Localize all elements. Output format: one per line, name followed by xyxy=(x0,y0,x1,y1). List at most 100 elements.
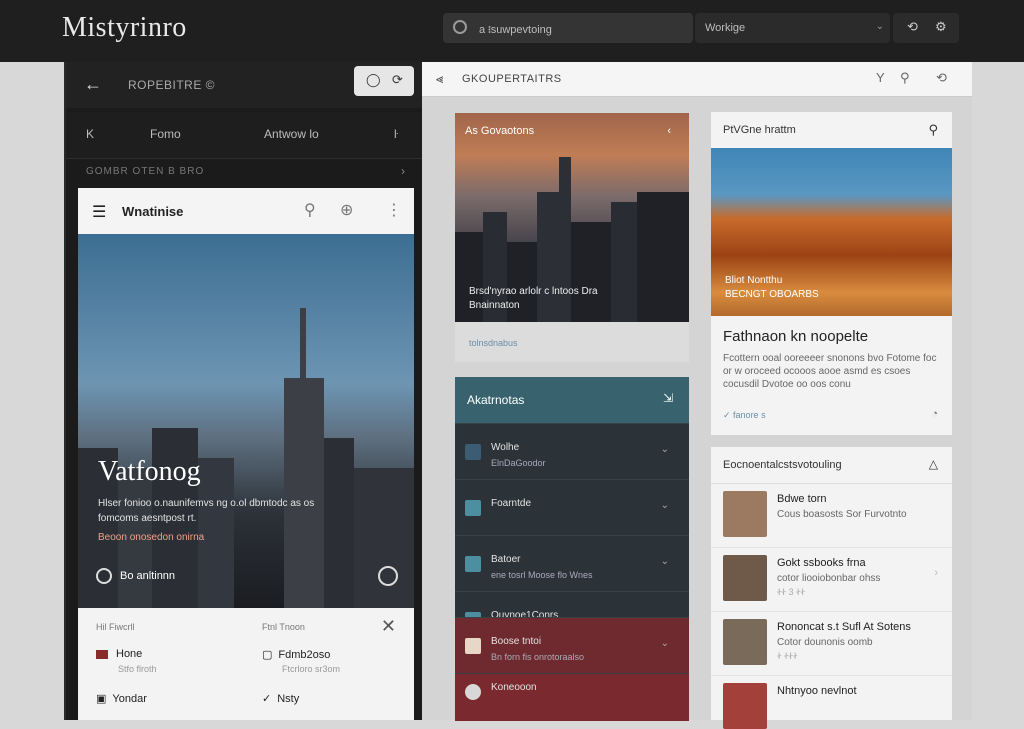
back-arrow-icon[interactable]: ← xyxy=(84,74,102,95)
alert-item-title: Koneooon xyxy=(491,682,537,693)
nav-item-3[interactable]: ŀ xyxy=(394,127,398,141)
alert-item[interactable]: Foarntde ⌄ xyxy=(455,479,689,536)
list-item-label: Fdmb2oso xyxy=(278,649,331,661)
alert-card: Akatrnotas ⇲ Wolhe ElnDaGoodor ⌄ Foarntd… xyxy=(455,377,689,721)
chevron-down-icon: ⌄ xyxy=(660,500,669,511)
comment-icon[interactable]: ◔ xyxy=(931,408,938,420)
filter-icon[interactable]: Y xyxy=(876,70,885,85)
alert-item[interactable]: Batoer ene tosrl Moose flo Wnes ⌄ xyxy=(455,535,689,592)
app-icon xyxy=(465,444,481,460)
collapse-icon[interactable]: ⪡ xyxy=(436,71,443,87)
flag-icon xyxy=(96,649,108,659)
alert-item-sub: Bn forn fis onrotoraalso xyxy=(491,652,585,662)
city-card-title: As Govaotons xyxy=(465,125,535,137)
header-toggle[interactable]: ◯ ⟳ xyxy=(354,66,414,96)
chevron-right-icon: › xyxy=(934,567,938,579)
alert-item-title: Wolhe xyxy=(491,442,520,453)
alert-item-sub: ElnDaGoodor xyxy=(491,458,546,468)
avatar xyxy=(723,619,767,665)
breadcrumb-text: GOMBR OTEN B BRO xyxy=(86,166,205,177)
share-icon[interactable]: ⇲ xyxy=(663,391,673,405)
play-icon[interactable] xyxy=(378,566,398,586)
search-icon[interactable]: ⚲ xyxy=(900,70,910,86)
city-card[interactable]: As Govaotons ‹ Brsd'nyrao arlolr c lntoo… xyxy=(455,113,689,322)
search-icon[interactable]: ⚲ xyxy=(304,200,316,220)
feature-card-meta-text: fanore s xyxy=(733,410,766,420)
list-item-sub: Ftcrloro sr3om xyxy=(282,664,341,674)
nav-item-2[interactable]: Antwow lo xyxy=(264,127,319,141)
hero-link[interactable]: Beoon onosedon onirna xyxy=(98,532,204,543)
nav-item-1[interactable]: Fomo xyxy=(150,127,181,141)
top-icons: ⟲ ⚙ xyxy=(893,13,959,43)
alert-item[interactable]: Wolhe ElnDaGoodor ⌄ xyxy=(455,423,689,480)
right-panel-title: GKOUPERTAITRS xyxy=(462,73,562,85)
article-card-header: ☰ Wnatinise ⚲ ⊕ ⋮ xyxy=(78,188,414,235)
refresh-icon[interactable]: ⟳ xyxy=(392,72,403,88)
left-panel-title: ROPEBITRE © xyxy=(128,78,216,92)
window-icon: ▣ xyxy=(96,693,107,705)
feature-card-header-title: PtVGne hrattm xyxy=(723,124,796,136)
refresh-icon[interactable]: ⟲ xyxy=(936,70,947,86)
feature-card-text: Fcottern ooal ooreeeer snonons bvo Fotom… xyxy=(723,353,937,390)
alert-item[interactable]: Koneooon xyxy=(455,673,689,721)
chevron-down-icon: ⌄ xyxy=(660,444,669,455)
hero-footer[interactable]: Bo anltinnn xyxy=(96,568,175,584)
contact-row[interactable]: Nhtnyoo nevlnot xyxy=(711,675,952,729)
link-list: Hil Fiwcrll Ftnl Tnoon ✕ Hone Stfo flrot… xyxy=(78,608,414,720)
refresh-icon[interactable]: ⟲ xyxy=(907,19,918,35)
contact-row[interactable]: Rononcat s.t Sufl At Sotens Cotor dounon… xyxy=(711,611,952,676)
city-card-caption-line: Bnainnaton xyxy=(469,300,520,311)
list-item-label: Yondar xyxy=(112,693,147,705)
list-item[interactable]: ▣ Yondar xyxy=(96,692,147,705)
canyon-image: Bliot Nontthu BECNGT OBOARBS xyxy=(711,148,952,316)
contact-row[interactable]: Bdwe torn Cous boasosts Sor Furvotnto xyxy=(711,483,952,548)
search-bar[interactable]: a ᎒suwpevtoing xyxy=(443,13,693,43)
search-icon[interactable]: ⚲ xyxy=(928,122,938,138)
nav-back[interactable]: K xyxy=(86,127,94,141)
avatar xyxy=(723,491,767,537)
chat-icon[interactable]: ◯ xyxy=(366,72,381,88)
tower-spire xyxy=(300,308,306,608)
feature-card-meta[interactable]: ✓ fanore s xyxy=(723,410,766,421)
workspace-select[interactable]: Workige ⌄ xyxy=(695,13,890,43)
contact-meta: ᏐᏐ 3 ᏐᏐ xyxy=(777,587,806,597)
left-nav: K Fomo Antwow lo ŀ xyxy=(66,112,422,159)
contact-sub: Cotor dounonis oomb xyxy=(777,637,873,648)
breadcrumb[interactable]: GOMBR OTEN B BRO › xyxy=(86,164,406,178)
city-card-footer[interactable]: tolnsdnabus xyxy=(455,322,689,362)
hero-text: Hlser fonioo o.naunifemvs ng o.ol dbmtod… xyxy=(98,498,315,524)
hero-image[interactable]: Vatfonog Hlser fonioo o.naunifemvs ng o.… xyxy=(78,234,414,608)
list-item-label: Hone xyxy=(116,648,143,660)
list-item[interactable]: ▢ Fdmb2oso xyxy=(262,648,330,661)
contact-name: Bdwe torn xyxy=(777,493,827,505)
hero-title: Vatfonog xyxy=(98,456,201,487)
hero-footer-text: Bo anltinnn xyxy=(120,569,176,582)
menu-icon[interactable]: ☰ xyxy=(92,202,106,222)
search-icon xyxy=(453,20,467,34)
feature-card[interactable]: PtVGne hrattm ⚲ Bliot Nontthu BECNGT OBO… xyxy=(711,112,952,435)
list-item[interactable]: ✓ Nsty xyxy=(262,692,299,705)
close-icon[interactable]: ✕ xyxy=(381,616,396,637)
alert-item-title: Boose tntoi xyxy=(491,636,542,647)
chevron-down-icon: ⌄ xyxy=(660,638,669,649)
alert-item[interactable]: Boose tntoi Bn forn fis onrotoraalso ⌄ xyxy=(455,617,689,678)
more-icon[interactable]: ⋮ xyxy=(386,200,402,220)
article-card: ☰ Wnatinise ⚲ ⊕ ⋮ Vatfonog Hlser fonioo … xyxy=(78,188,414,720)
lock-icon: ▢ xyxy=(262,649,273,661)
right-panel-header: ⪡ GKOUPERTAITRS Y ⚲ ⟲ xyxy=(422,62,972,97)
list-item[interactable]: Hone xyxy=(96,648,142,660)
contact-row[interactable]: Gokt ssbooks frna cotor liooiobonbar ohs… xyxy=(711,547,952,612)
city-card-caption-line: Brsd'nyrao arlolr c lntoos Dra xyxy=(469,286,598,297)
zoom-icon[interactable]: ⊕ xyxy=(340,200,353,220)
notification-icon[interactable]: △ xyxy=(929,457,938,471)
settings-icon[interactable]: ⚙ xyxy=(935,19,947,35)
app-icon xyxy=(465,638,481,654)
list-item-label: Nsty xyxy=(277,693,300,705)
share-icon[interactable]: ‹ xyxy=(667,125,671,137)
top-bar: Mistyrinro a ᎒suwpevtoing Workige ⌄ ⟲ ⚙ xyxy=(0,0,1024,62)
workspace-select-value: Workige xyxy=(705,22,746,34)
left-panel-header: ← ROPEBITRE © ◯ ⟳ xyxy=(66,62,422,108)
left-panel: ← ROPEBITRE © ◯ ⟳ K Fomo Antwow lo ŀ GOM… xyxy=(64,62,422,720)
app-logo[interactable]: Mistyrinro xyxy=(62,12,187,44)
city-card-footer-text: tolnsdnabus xyxy=(469,338,518,348)
